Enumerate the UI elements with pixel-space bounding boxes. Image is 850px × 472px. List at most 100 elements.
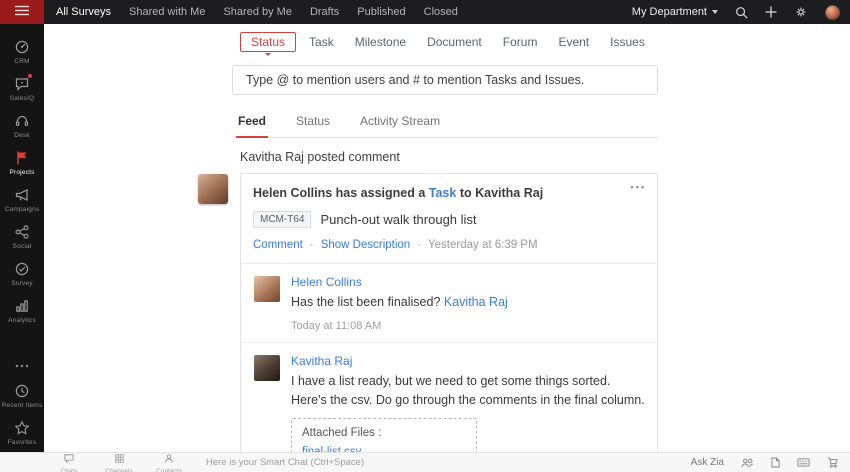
task-id-badge: MCM-T64 — [253, 211, 311, 228]
tab-forum[interactable]: Forum — [495, 32, 546, 52]
cart-icon[interactable] — [827, 457, 838, 468]
attachment-label: Attached Files : — [302, 427, 466, 439]
topbar-tab-published[interactable]: Published — [357, 6, 405, 18]
topbar-right: My Department — [632, 5, 850, 20]
social-icon — [14, 224, 30, 240]
card-title-post: to Kavitha Raj — [456, 186, 543, 200]
bottombar-item-label: Chats — [61, 468, 78, 472]
task-title[interactable]: Punch-out walk through list — [320, 212, 476, 227]
contacts-icon — [164, 450, 174, 468]
attachment-box: Attached Files : final-list.csv — [291, 418, 477, 452]
sidebar-item-social[interactable]: Social — [0, 219, 44, 256]
users-icon[interactable] — [741, 458, 754, 468]
smart-chat-hint: Here is your Smart Chat (Ctrl+Space) — [206, 457, 364, 468]
comment-action-link[interactable]: Comment — [253, 239, 303, 251]
card-title-pre: Helen Collins has assigned a — [253, 186, 429, 200]
favorites-icon — [14, 420, 30, 436]
topbar-tab-drafts[interactable]: Drafts — [310, 6, 339, 18]
bottombar-item-label: Contacts — [156, 468, 182, 472]
sidebar-more-button[interactable] — [0, 356, 44, 378]
keyboard-icon[interactable] — [797, 458, 810, 467]
topbar-tab-closed[interactable]: Closed — [424, 6, 458, 18]
topbar-tab-shared-with-me[interactable]: Shared with Me — [129, 6, 205, 18]
feed-card: Helen Collins has assigned a Task to Kav… — [240, 173, 658, 452]
feed-tab-status[interactable]: Status — [294, 111, 332, 137]
show-description-link[interactable]: Show Description — [321, 239, 410, 251]
channels-icon — [115, 450, 124, 468]
post-timestamp: Yesterday at 6:39 PM — [428, 239, 538, 251]
department-label: My Department — [632, 6, 707, 18]
sidebar-item-salesiq[interactable]: SalesIQ — [0, 71, 44, 108]
sidebar-item-label: Analytics — [8, 317, 36, 324]
gear-icon[interactable] — [794, 5, 808, 19]
comment-item: Kavitha Raj I have a list ready, but we … — [241, 342, 657, 452]
sidebar-item-label: Desk — [14, 132, 30, 139]
sidebar-item-analytics[interactable]: Analytics — [0, 293, 44, 330]
feed-tab-feed[interactable]: Feed — [236, 111, 268, 138]
card-actions: Comment · Show Description · Yesterday a… — [241, 236, 657, 263]
comment-item: Helen Collins Has the list been finalise… — [241, 264, 657, 342]
task-link[interactable]: Task — [429, 186, 457, 200]
mention-input[interactable] — [233, 73, 657, 87]
campaigns-icon — [14, 187, 30, 203]
bottombar-item-chats[interactable]: Chats — [44, 453, 94, 472]
recent-items-icon — [14, 383, 30, 399]
tab-event[interactable]: Event — [550, 32, 597, 52]
ask-zia-button[interactable]: Ask Zia — [691, 457, 724, 468]
bottombar-item-channels[interactable]: Channels — [94, 453, 144, 472]
sidebar-item-campaigns[interactable]: Campaigns — [0, 182, 44, 219]
sidebar-item-label: Favorites — [8, 439, 37, 446]
more-dots-icon — [15, 358, 29, 374]
survey-icon — [14, 261, 30, 277]
separator-dot: · — [310, 239, 314, 251]
app-window: All Surveys Shared with Me Shared by Me … — [0, 0, 850, 472]
crm-icon — [14, 39, 30, 55]
topbar-tab-shared-by-me[interactable]: Shared by Me — [223, 6, 291, 18]
bottombar-item-label: Channels — [105, 468, 132, 472]
notification-dot — [28, 74, 32, 78]
tab-status[interactable]: Status — [240, 32, 296, 52]
feed-tab-activity-stream[interactable]: Activity Stream — [358, 111, 442, 137]
mention-link[interactable]: Kavitha Raj — [444, 295, 508, 309]
sidebar-item-recent-items[interactable]: Recent Items — [0, 378, 44, 415]
commenter-avatar — [254, 355, 280, 381]
commenter-avatar — [254, 276, 280, 302]
topbar-tab-all-surveys[interactable]: All Surveys — [56, 6, 111, 18]
topbar: All Surveys Shared with Me Shared by Me … — [0, 0, 850, 24]
comment-timestamp: Today at 11:08 AM — [291, 320, 645, 332]
document-icon[interactable] — [771, 457, 780, 468]
sidebar-item-label: Survey — [11, 280, 32, 287]
sidebar-item-desk[interactable]: Desk — [0, 108, 44, 145]
user-avatar[interactable] — [825, 5, 840, 20]
tab-document[interactable]: Document — [419, 32, 490, 52]
feed-post: Helen Collins has assigned a Task to Kav… — [240, 173, 658, 452]
bottombar-item-contacts[interactable]: Contacts — [144, 453, 194, 472]
feed-tabs: Feed Status Activity Stream — [232, 111, 658, 138]
plus-icon[interactable] — [765, 6, 777, 18]
sidebar-item-label: Social — [13, 243, 32, 250]
bottombar-right: Ask Zia — [691, 457, 850, 468]
sidebar-item-favorites[interactable]: Favorites — [0, 415, 44, 452]
hamburger-icon — [15, 3, 29, 21]
more-options-icon[interactable]: ••• — [631, 182, 646, 194]
topbar-tabs: All Surveys Shared with Me Shared by Me … — [56, 6, 458, 18]
search-icon[interactable] — [735, 6, 748, 19]
module-tabs: Status Task Milestone Document Forum Eve… — [240, 32, 658, 52]
comment-text: Has the list been finalised? Kavitha Raj — [291, 293, 645, 311]
bottombar-left: Chats Channels Contacts — [44, 453, 194, 472]
chevron-down-icon — [712, 10, 718, 14]
sidebar-item-label: SalesIQ — [10, 95, 35, 102]
commenter-name-link[interactable]: Helen Collins — [291, 275, 645, 289]
commenter-name-link[interactable]: Kavitha Raj — [291, 354, 645, 368]
hamburger-menu-button[interactable] — [0, 0, 44, 24]
bottombar: Chats Channels Contacts Here is your Sma… — [0, 452, 850, 472]
sidebar-item-survey[interactable]: Survey — [0, 256, 44, 293]
sidebar-item-crm[interactable]: CRM — [0, 34, 44, 71]
department-selector[interactable]: My Department — [632, 6, 718, 18]
tab-task[interactable]: Task — [301, 32, 342, 52]
analytics-icon — [14, 298, 30, 314]
tab-milestone[interactable]: Milestone — [347, 32, 414, 52]
salesiq-icon — [14, 76, 30, 92]
tab-issues[interactable]: Issues — [602, 32, 653, 52]
sidebar-item-projects[interactable]: Projects — [0, 145, 44, 182]
